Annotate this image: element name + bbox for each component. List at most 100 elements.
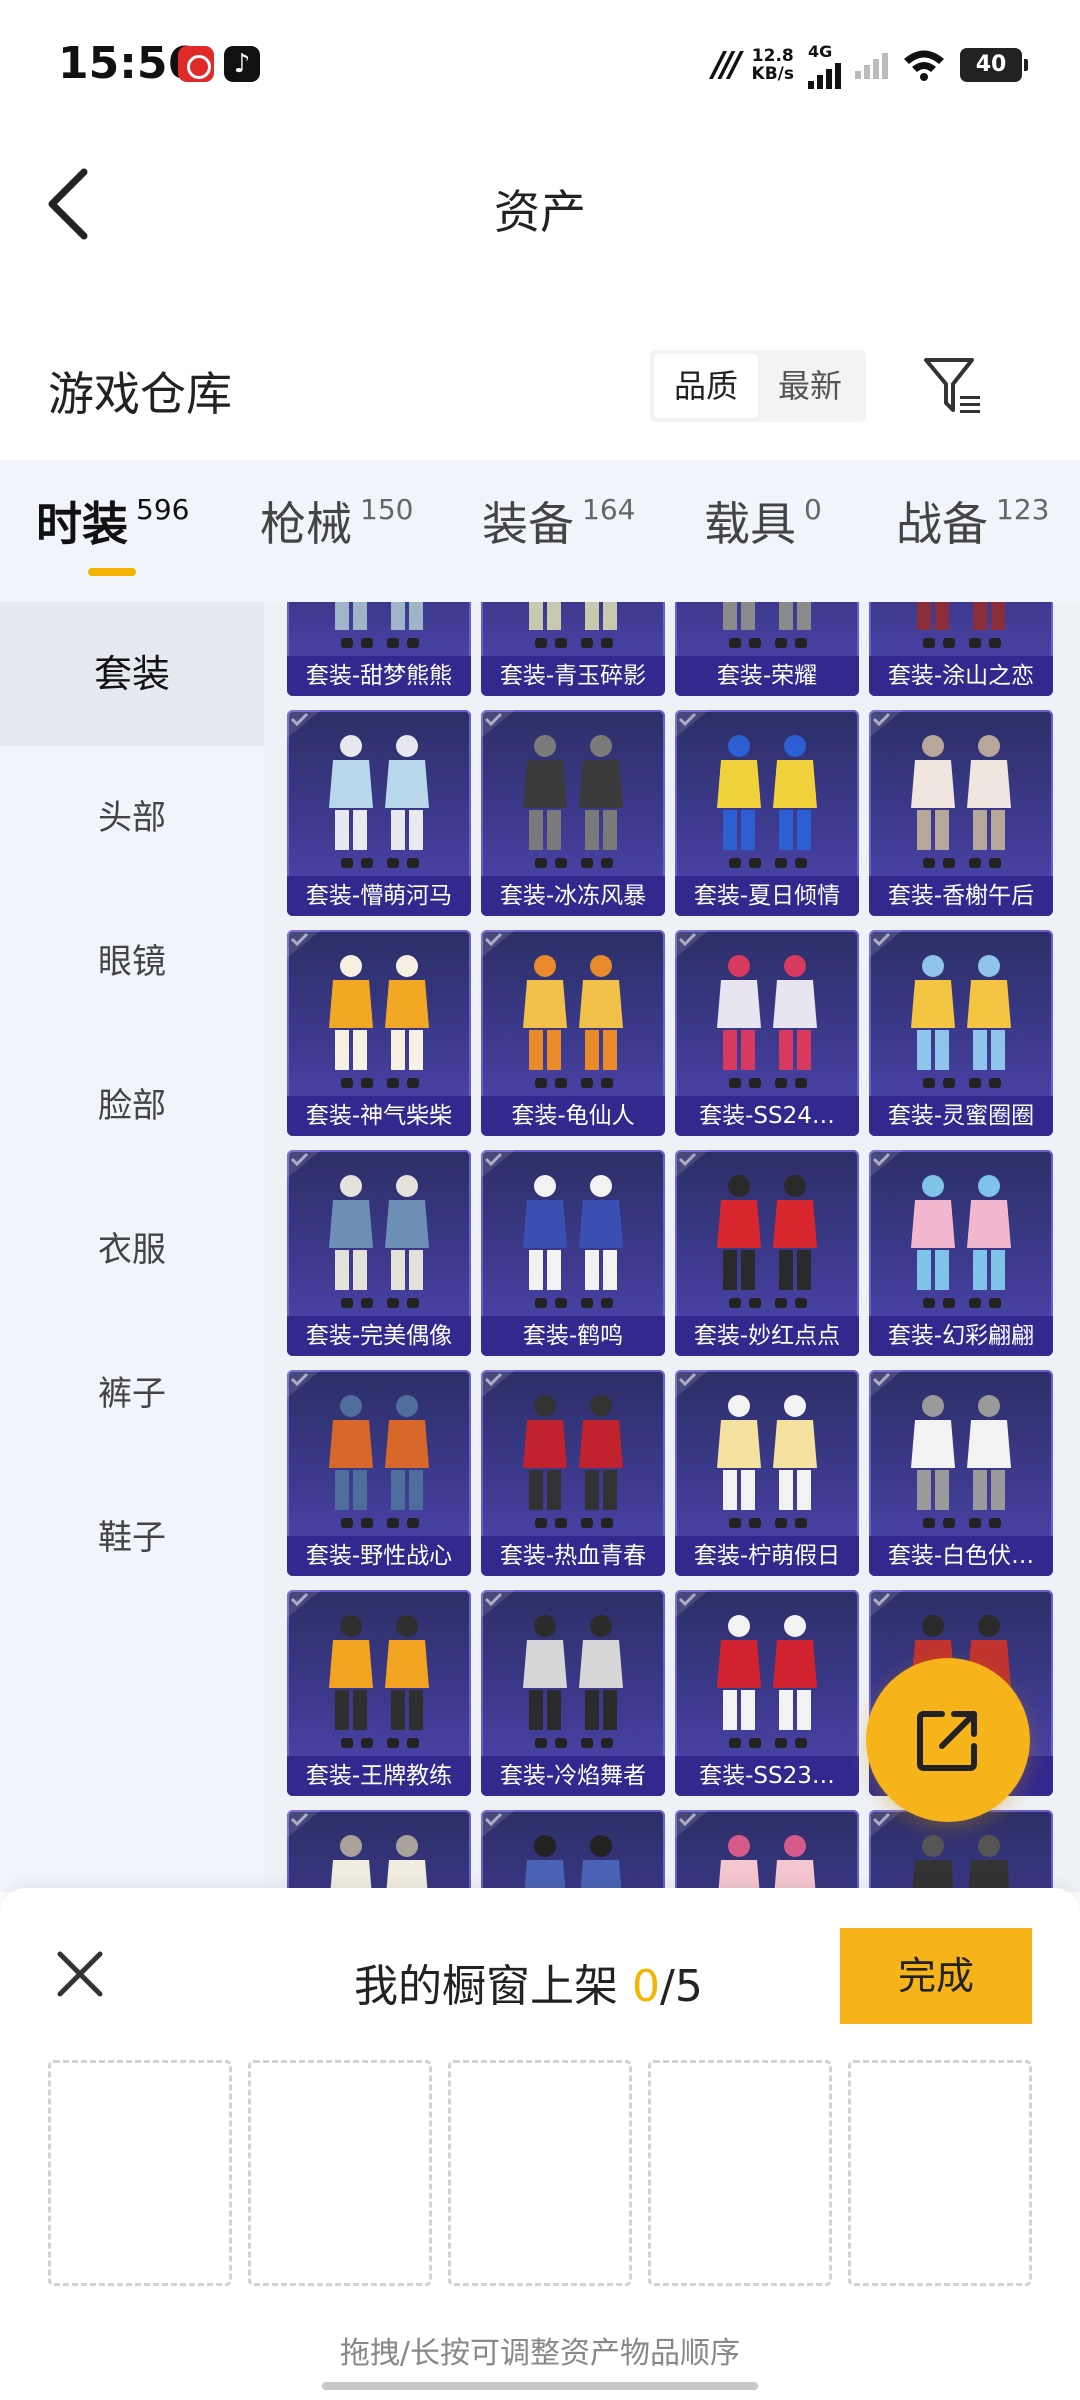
outfit-card[interactable]: 套装-野性战心 (287, 1370, 471, 1576)
outfit-card[interactable]: 套装-夏日倾情 (675, 710, 859, 916)
outfit-image (523, 1395, 623, 1528)
outfit-card[interactable]: 套装-鹤鸣 (481, 1150, 665, 1356)
outfit-card[interactable] (675, 1810, 859, 1892)
showcase-slot[interactable] (248, 2060, 432, 2286)
outfit-name: 套装-幻彩翩翩 (869, 1316, 1053, 1356)
outfit-image (523, 1175, 623, 1308)
outfit-card[interactable]: 套装-完美偶像 (287, 1150, 471, 1356)
sidebar-item-head[interactable]: 头部 (0, 746, 264, 890)
sort-quality[interactable]: 品质 (654, 354, 758, 418)
outfit-name: 套装-王牌教练 (287, 1756, 471, 1796)
outfit-card[interactable]: 套装-青玉碎影 (481, 602, 665, 696)
showcase-slot[interactable] (648, 2060, 832, 2286)
outfit-card[interactable]: 套装-白色伏… (869, 1370, 1053, 1576)
outfit-card[interactable]: 套装-懵萌河马 (287, 710, 471, 916)
outfit-name: 套装-冰冻风暴 (481, 876, 665, 916)
active-tab-indicator (88, 568, 136, 576)
outfit-card[interactable] (481, 1810, 665, 1892)
sidebar-item-pants[interactable]: 裤子 (0, 1322, 264, 1466)
outfit-name: 套装-完美偶像 (287, 1316, 471, 1356)
outfit-card[interactable] (869, 1810, 1053, 1892)
outfit-name: 套装-野性战心 (287, 1536, 471, 1576)
outfit-name: 套装-荣耀 (675, 656, 859, 696)
tab-equipment[interactable]: 装备 164 (482, 496, 635, 552)
outfit-image (523, 955, 623, 1088)
outfit-name: 套装-灵蜜圈圈 (869, 1096, 1053, 1136)
network-speed: 12.8 KB/s (751, 46, 794, 84)
outfit-card[interactable]: 套装-幻彩翩翩 (869, 1150, 1053, 1356)
filter-icon[interactable] (922, 356, 984, 418)
tiktok-icon: ♪ (224, 46, 260, 82)
outfit-card[interactable]: 套装-甜梦熊熊 (287, 602, 471, 696)
outfit-card[interactable]: 套装-冷焰舞者 (481, 1590, 665, 1796)
home-indicator (322, 2382, 758, 2390)
section-title: 游戏仓库 (48, 367, 232, 421)
outfit-image (911, 1395, 1011, 1528)
outfit-image (717, 1175, 817, 1308)
outfit-image (335, 602, 423, 648)
outfit-name: 套装-青玉碎影 (481, 656, 665, 696)
outfit-name: 套装-夏日倾情 (675, 876, 859, 916)
outfit-card[interactable]: 套装-香榭午后 (869, 710, 1053, 916)
outfit-name: 套装-冷焰舞者 (481, 1756, 665, 1796)
showcase-slot[interactable] (48, 2060, 232, 2286)
share-icon (917, 1711, 977, 1771)
outfit-name: 套装-SS24… (675, 1096, 859, 1136)
outfit-name: 套装-柠萌假日 (675, 1536, 859, 1576)
outfit-name: 套装-涂山之恋 (869, 656, 1053, 696)
signal-2-icon (855, 51, 888, 79)
outfit-card[interactable]: 套装-妙红点点 (675, 1150, 859, 1356)
outfit-card[interactable]: 套装-神气柴柴 (287, 930, 471, 1136)
sidebar-item-sets[interactable]: 套装 (0, 602, 264, 746)
outfit-image (329, 1395, 429, 1528)
category-tabs: 时装 596 枪械 150 装备 164 载具 0 战备 123 (0, 460, 1080, 602)
showcase-count: 0 (632, 1961, 660, 2012)
outfit-image (723, 602, 811, 648)
tab-fashion[interactable]: 时装 596 (36, 496, 189, 552)
signal-icon (808, 61, 841, 89)
share-button[interactable] (866, 1658, 1030, 1822)
outfit-name: 套装-SS23… (675, 1756, 859, 1796)
tab-firearms[interactable]: 枪械 150 (260, 496, 413, 552)
battery-icon: 40 (960, 48, 1028, 82)
tab-vehicles[interactable]: 载具 0 (704, 496, 822, 552)
sidebar-item-shoes[interactable]: 鞋子 (0, 1466, 264, 1610)
outfit-card[interactable] (287, 1810, 471, 1892)
sort-toggle: 品质 最新 (650, 350, 866, 422)
sidebar-item-clothes[interactable]: 衣服 (0, 1178, 264, 1322)
sidebar-item-glasses[interactable]: 眼镜 (0, 890, 264, 1034)
outfit-card[interactable]: 套装-涂山之恋 (869, 602, 1053, 696)
outfit-name: 套装-龟仙人 (481, 1096, 665, 1136)
outfit-card[interactable]: 套装-SS24… (675, 930, 859, 1136)
mi-icon: /// (712, 45, 741, 85)
sort-latest[interactable]: 最新 (758, 354, 862, 418)
tab-supplies[interactable]: 战备 123 (896, 496, 1049, 552)
outfit-image (329, 955, 429, 1088)
outfit-image (911, 735, 1011, 868)
outfit-image (523, 735, 623, 868)
outfit-card[interactable]: 套装-荣耀 (675, 602, 859, 696)
outfit-image (523, 1615, 623, 1748)
outfit-card[interactable]: 套装-热血青春 (481, 1370, 665, 1576)
outfit-image (529, 602, 617, 648)
wifi-icon (904, 50, 944, 81)
showcase-slot[interactable] (448, 2060, 632, 2286)
outfit-name: 套装-热血青春 (481, 1536, 665, 1576)
outfit-card[interactable]: 套装-龟仙人 (481, 930, 665, 1136)
close-icon[interactable] (54, 1948, 106, 2000)
showcase-slot[interactable] (848, 2060, 1032, 2286)
outfit-card[interactable]: 套装-柠萌假日 (675, 1370, 859, 1576)
outfit-name: 套装-神气柴柴 (287, 1096, 471, 1136)
outfit-card[interactable]: 套装-灵蜜圈圈 (869, 930, 1053, 1136)
netease-music-icon (178, 46, 214, 82)
done-button[interactable]: 完成 (840, 1928, 1032, 2024)
outfit-image (911, 955, 1011, 1088)
outfit-image (330, 1835, 428, 1892)
sidebar-item-face[interactable]: 脸部 (0, 1034, 264, 1178)
status-bar: 15:56 ♪ /// 12.8 KB/s 4G 40 (0, 0, 1080, 130)
outfit-card[interactable]: 套装-冰冻风暴 (481, 710, 665, 916)
outfit-image (911, 1175, 1011, 1308)
outfit-card[interactable]: 套装-SS23… (675, 1590, 859, 1796)
outfit-name: 套装-甜梦熊熊 (287, 656, 471, 696)
outfit-card[interactable]: 套装-王牌教练 (287, 1590, 471, 1796)
